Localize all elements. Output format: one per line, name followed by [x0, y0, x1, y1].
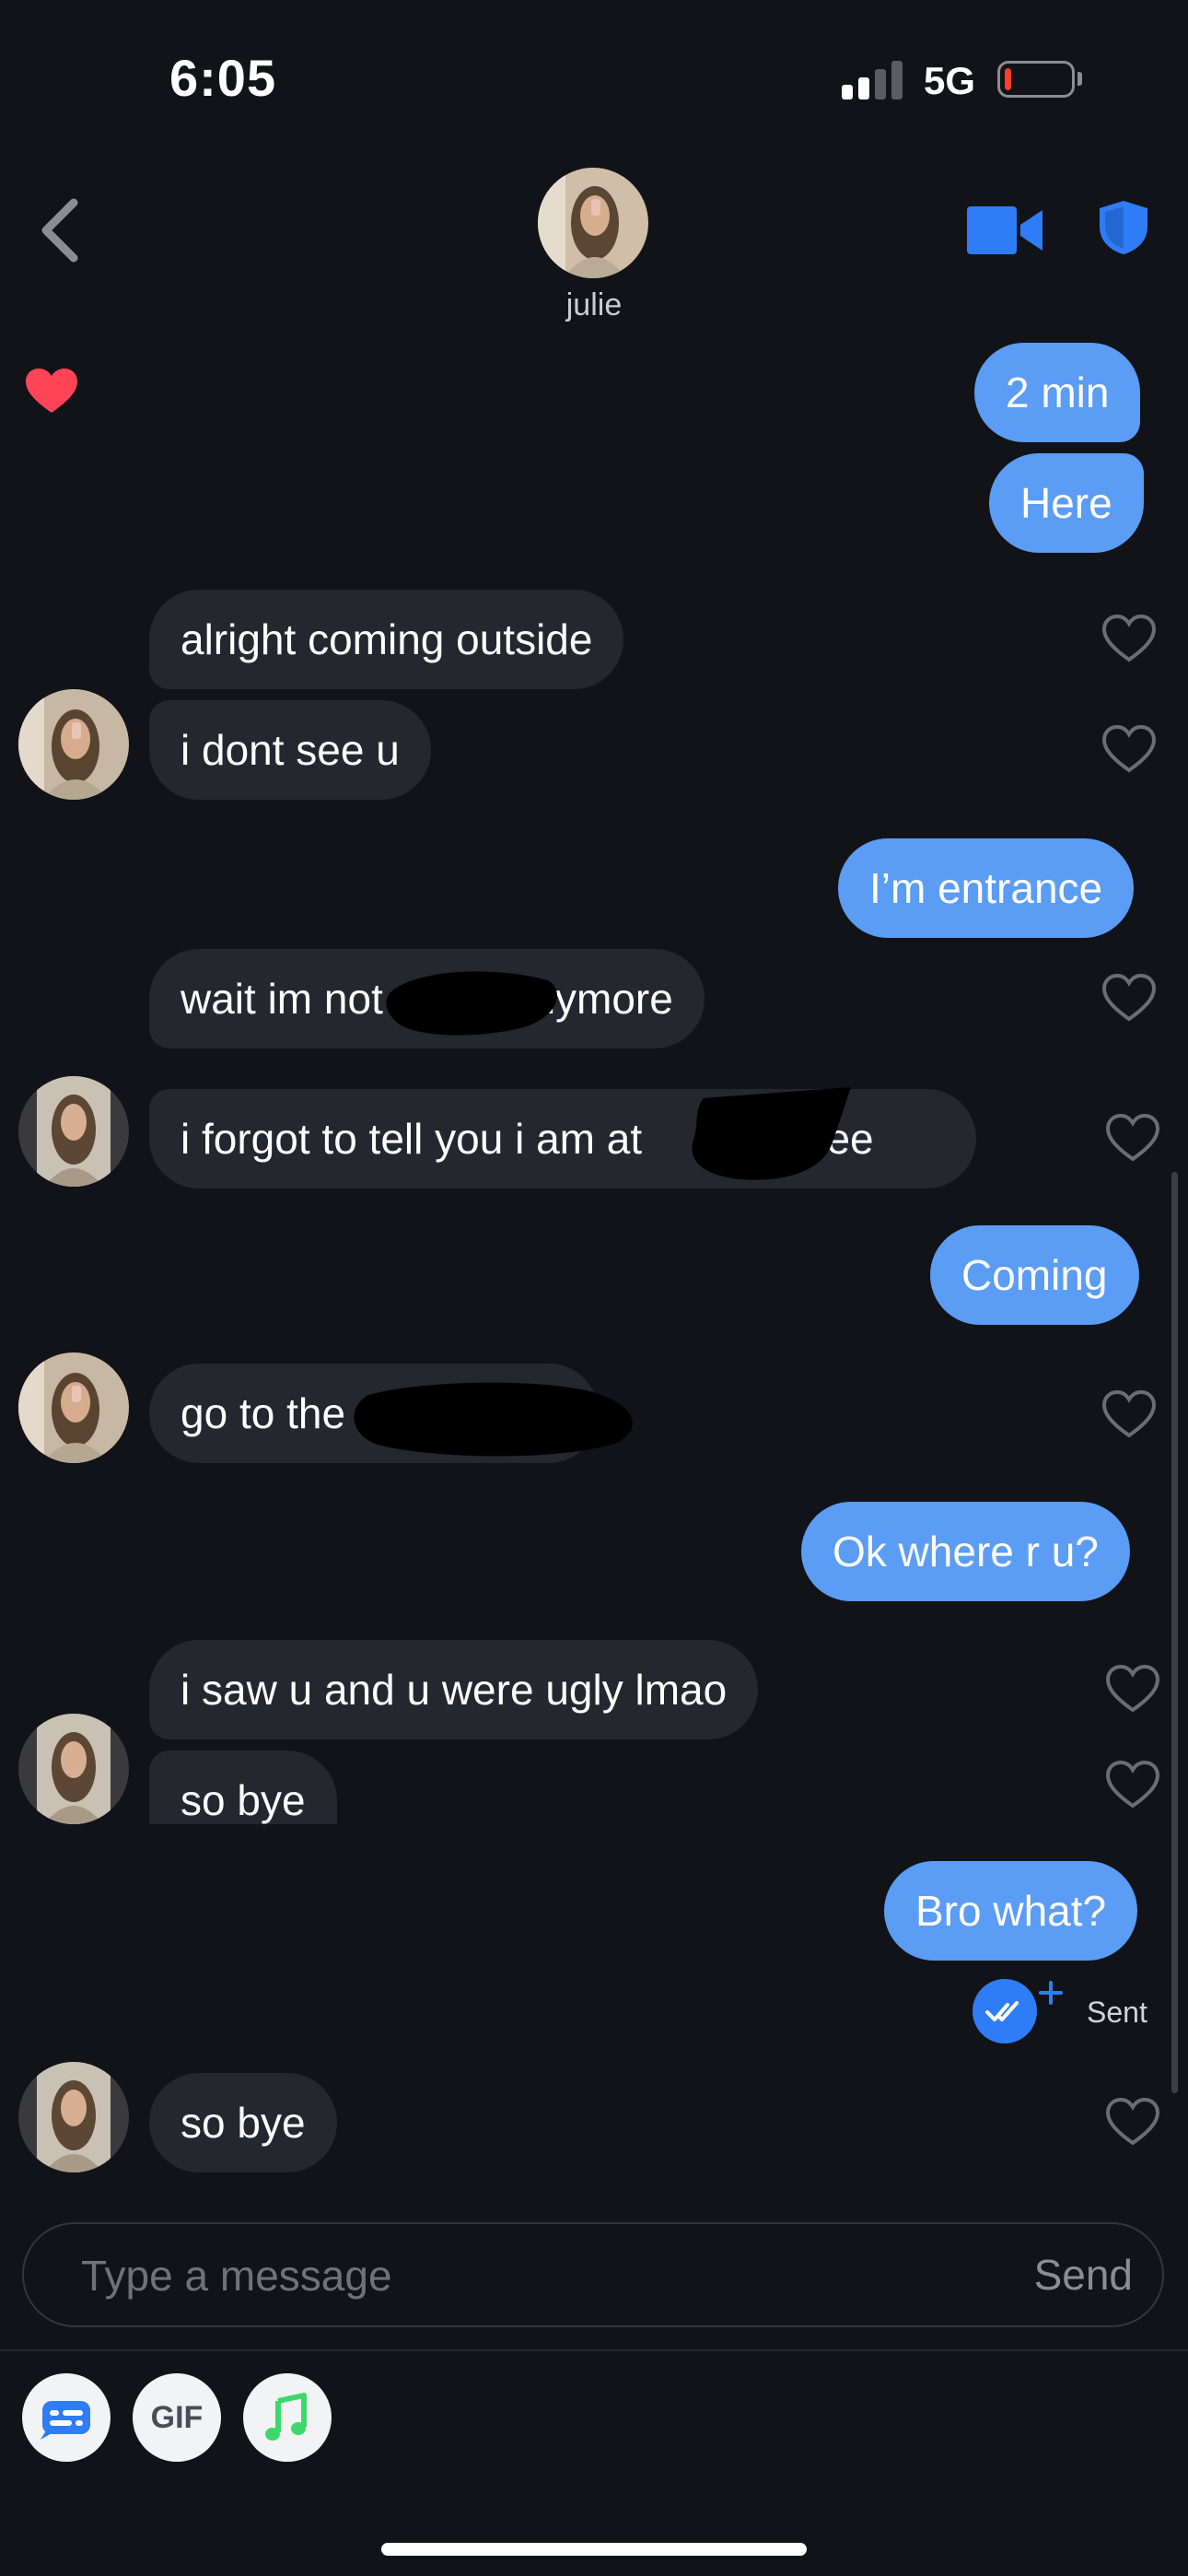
contact-avatar-small[interactable]	[18, 1076, 129, 1187]
redaction-scribble	[692, 1087, 851, 1180]
redaction-scribble	[386, 971, 557, 1036]
home-indicator[interactable]	[381, 2543, 807, 2556]
message-bubble-outgoing[interactable]: Bro what?	[884, 1861, 1138, 1961]
like-heart-outline-icon[interactable]	[1101, 973, 1157, 1023]
message-bubble-outgoing[interactable]: Ok where r u?	[801, 1502, 1130, 1601]
status-time: 6:05	[169, 49, 277, 107]
delivery-status: Sent	[1087, 1996, 1147, 2029]
cellular-signal-icon	[842, 59, 904, 100]
gif-button[interactable]: GIF	[133, 2373, 221, 2462]
like-heart-outline-icon[interactable]	[1105, 1760, 1160, 1809]
double-check-icon	[973, 1979, 1037, 2043]
divider	[0, 2349, 1188, 2351]
message-bubble-outgoing[interactable]: I’m entrance	[838, 838, 1135, 938]
sticker-icon	[41, 2401, 90, 2440]
gif-icon: GIF	[150, 2400, 204, 2435]
message-composer: Send	[22, 2222, 1164, 2327]
shield-icon[interactable]	[1098, 199, 1149, 256]
message-bubble-outgoing[interactable]: 2 min	[974, 343, 1141, 442]
message-bubble-outgoing[interactable]: Coming	[930, 1225, 1139, 1325]
like-heart-outline-icon[interactable]	[1101, 1389, 1157, 1439]
contact-avatar-small[interactable]	[18, 1352, 129, 1463]
contact-avatar-small[interactable]	[18, 689, 129, 800]
music-button[interactable]	[243, 2373, 332, 2462]
battery-icon	[997, 61, 1075, 98]
sticker-button[interactable]	[22, 2373, 111, 2462]
message-bubble-outgoing[interactable]: Here	[989, 453, 1144, 553]
message-bubble-incoming[interactable]: i saw u and u were ugly lmao	[149, 1640, 759, 1739]
message-bubble-incoming[interactable]: alright coming outside	[149, 590, 624, 689]
message-bubble-incoming[interactable]: i dont see u	[149, 700, 431, 800]
video-call-icon[interactable]	[967, 205, 1044, 256]
contact-avatar[interactable]	[538, 168, 648, 278]
back-chevron-icon	[41, 198, 78, 263]
message-input[interactable]	[79, 2224, 912, 2327]
plus-icon[interactable]	[1035, 1977, 1066, 2008]
like-heart-outline-icon[interactable]	[1105, 1664, 1160, 1714]
like-heart-outline-icon[interactable]	[1101, 614, 1157, 663]
battery-tip	[1077, 72, 1082, 86]
like-heart-outline-icon[interactable]	[1105, 1113, 1160, 1163]
like-heart-outline-icon[interactable]	[1105, 2097, 1160, 2147]
contact-avatar-small[interactable]	[18, 2062, 129, 2172]
message-bubble-incoming[interactable]: so bye	[149, 2073, 337, 2172]
back-button[interactable]	[33, 193, 88, 267]
network-type: 5G	[924, 59, 976, 102]
message-bubble-incoming[interactable]: so bye	[149, 1751, 337, 1824]
redaction-scribble	[354, 1382, 633, 1457]
like-heart-filled-icon[interactable]	[24, 367, 79, 415]
battery-level-fill	[1005, 68, 1011, 90]
contact-name[interactable]: julie	[502, 287, 686, 323]
message-text-part: wait im not	[181, 975, 383, 1023]
music-note-icon	[265, 2393, 307, 2441]
like-heart-outline-icon[interactable]	[1101, 724, 1157, 774]
contact-avatar-small[interactable]	[18, 1714, 129, 1824]
send-button[interactable]: Send	[1034, 2224, 1133, 2325]
message-text-part: i forgot to tell you i am at	[181, 1115, 643, 1163]
message-text-part: go to the	[181, 1389, 346, 1437]
scrollbar[interactable]	[1171, 1172, 1178, 2093]
